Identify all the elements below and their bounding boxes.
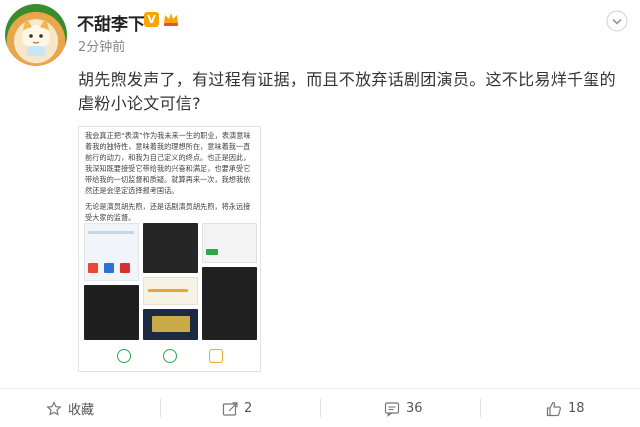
thumbnail: [84, 285, 139, 340]
repost-count: 2: [244, 401, 253, 416]
star-icon: [46, 400, 62, 416]
wechat-share-icon[interactable]: [117, 349, 131, 363]
image-paragraph-2: 无论是演员胡先煦，还是话剧演员胡先煦，将永远接受大家的监督。: [85, 202, 251, 222]
more-options-button[interactable]: [606, 10, 628, 32]
divider: [160, 399, 161, 417]
divider: [320, 399, 321, 417]
post-image[interactable]: 我会真正把“表演”作为我未来一生的职业，表演意味着我的独特性，意味着我的理想所在…: [78, 126, 261, 372]
avatar[interactable]: [5, 4, 67, 66]
post-time[interactable]: 2分钟前: [78, 36, 125, 55]
verified-badge-icon: V: [144, 12, 159, 27]
thumbnail: [104, 263, 114, 273]
divider: [480, 399, 481, 417]
repost-icon: [222, 401, 238, 416]
username[interactable]: 不甜李下: [77, 10, 145, 35]
thumbnail: [120, 263, 130, 273]
repost-button[interactable]: 2: [222, 389, 252, 427]
moments-share-icon[interactable]: [163, 349, 177, 363]
comment-icon: [384, 401, 400, 417]
thumbnail: [202, 267, 257, 340]
thumbnail: [202, 223, 257, 263]
action-bar: 收藏 2 36 18: [0, 388, 640, 427]
favorite-label: 收藏: [68, 403, 95, 418]
chevron-down-icon: [606, 10, 628, 32]
save-image-icon[interactable]: [209, 349, 223, 363]
image-toolbar: [79, 341, 262, 371]
comment-count: 36: [406, 401, 423, 416]
image-thumbnails: [84, 223, 257, 341]
image-paragraph-1: 我会真正把“表演”作为我未来一生的职业，表演意味着我的独特性，意味着我的理想所在…: [85, 131, 251, 195]
thumbs-up-icon: [546, 401, 561, 416]
like-button[interactable]: 18: [546, 389, 585, 427]
thumbnail: [148, 289, 188, 292]
thumbnail: [206, 249, 218, 255]
favorite-button[interactable]: 收藏: [46, 389, 94, 427]
cat-avatar-icon: [22, 18, 50, 56]
like-count: 18: [568, 401, 585, 416]
post-text: 胡先煦发声了，有过程有证据，而且不放弃话剧团演员。这不比易烊千玺的虐粉小论文可信…: [78, 70, 616, 113]
thumbnail: [88, 231, 134, 234]
vip-crown-icon: [164, 13, 178, 26]
comment-button[interactable]: 36: [384, 389, 423, 427]
thumbnail: [152, 316, 190, 332]
thumbnail: [88, 263, 98, 273]
thumbnail: [143, 223, 198, 273]
